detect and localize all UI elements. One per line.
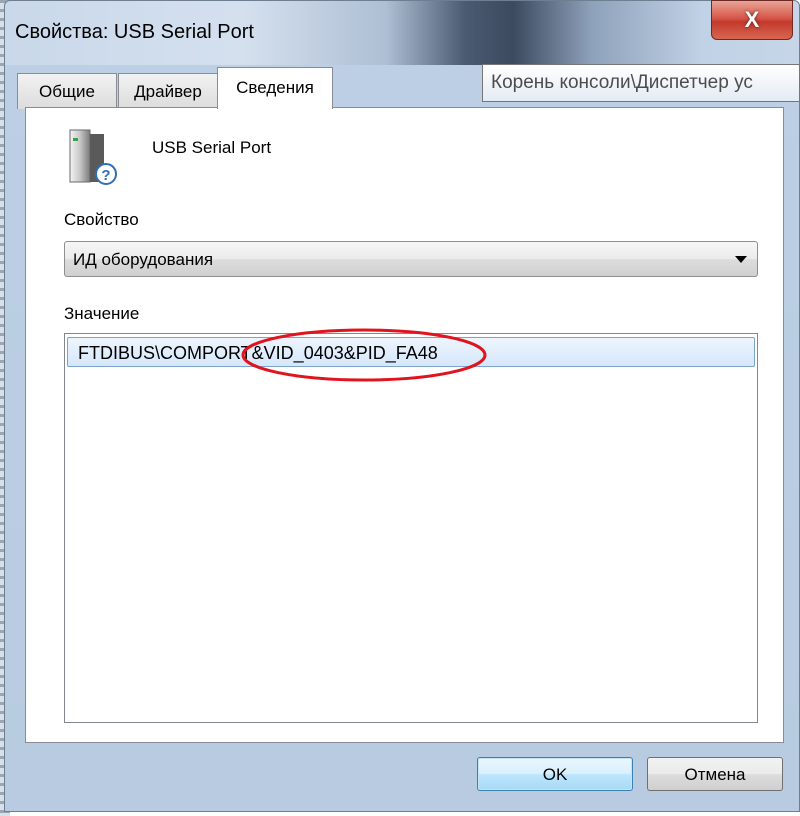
close-icon: X xyxy=(744,7,760,32)
property-label: Свойство xyxy=(64,210,139,229)
properties-dialog: Свойства: USB Serial Port X Общие Драйве… xyxy=(4,0,800,812)
ok-button[interactable]: OK xyxy=(477,757,633,791)
title-bar[interactable]: Свойства: USB Serial Port xyxy=(5,1,799,65)
path-tooltip: Корень консоли\Диспетчер ус xyxy=(482,64,800,102)
property-select[interactable]: ИД оборудования xyxy=(64,241,758,277)
annotation-ellipse xyxy=(241,328,487,382)
cancel-button-label: Отмена xyxy=(684,765,746,784)
ok-button-label: OK xyxy=(542,765,568,784)
cancel-button[interactable]: Отмена xyxy=(647,757,783,791)
chevron-down-icon[interactable] xyxy=(735,256,747,263)
property-selected-value: ИД оборудования xyxy=(73,250,214,269)
details-panel: ? USB Serial Port Свойство ИД оборудован… xyxy=(25,107,784,743)
tab-general[interactable]: Общие xyxy=(17,73,117,109)
value-label: Значение xyxy=(64,304,140,323)
tab-label: Общие xyxy=(39,82,95,101)
value-listbox[interactable]: FTDIBUS\COMPORT&VID_0403&PID_FA48 xyxy=(64,333,758,723)
device-name: USB Serial Port xyxy=(152,138,272,157)
window-title: Свойства: USB Serial Port xyxy=(15,21,254,43)
tab-details[interactable]: Сведения xyxy=(217,67,333,109)
close-button[interactable]: X xyxy=(711,0,793,40)
tab-label: Драйвер xyxy=(134,82,202,101)
tab-driver[interactable]: Драйвер xyxy=(118,73,218,109)
svg-text:?: ? xyxy=(101,167,110,184)
tab-label: Сведения xyxy=(236,78,314,97)
device-unknown-icon: ? xyxy=(69,129,117,185)
